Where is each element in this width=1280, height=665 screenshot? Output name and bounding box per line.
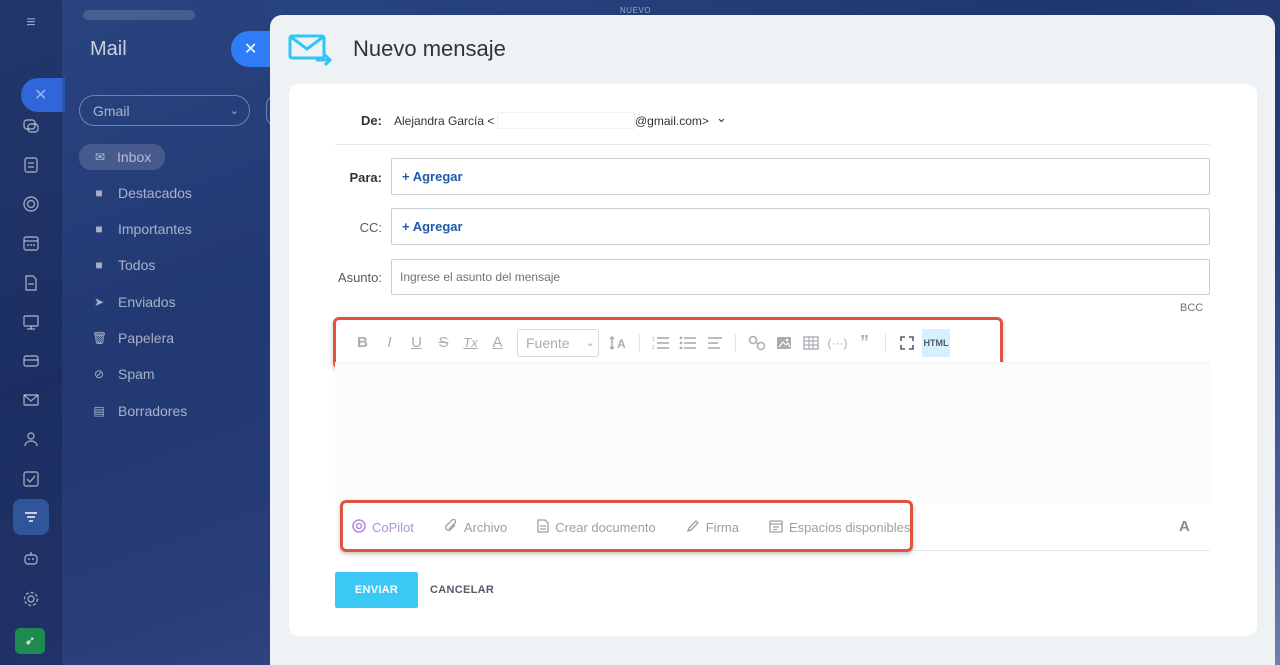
rocket-icon[interactable]: ➶ xyxy=(15,628,45,654)
close-rail-icon[interactable]: ✕ xyxy=(21,78,65,112)
chat-icon[interactable] xyxy=(18,113,44,139)
folder-todos[interactable]: ■ Todos xyxy=(92,253,155,277)
to-add-button[interactable]: + Agregar xyxy=(402,169,463,184)
tasks-icon[interactable] xyxy=(18,466,44,492)
folder-icon: ■ xyxy=(95,258,103,272)
top-label: NUEVO xyxy=(620,6,651,15)
folder-label: Inbox xyxy=(117,149,152,165)
mail-rail-icon[interactable] xyxy=(18,387,44,413)
cc-label: CC: xyxy=(359,220,382,235)
document-rail-icon[interactable] xyxy=(18,270,44,296)
sent-icon: ➤ xyxy=(93,295,105,309)
send-button[interactable]: ENVIAR xyxy=(335,572,418,608)
to-field[interactable]: + Agregar xyxy=(391,158,1210,195)
close-slider-button[interactable]: ✕ xyxy=(231,31,271,67)
target-icon[interactable] xyxy=(18,191,44,217)
folder-inbox[interactable]: ✉ Inbox xyxy=(79,144,166,170)
new-message-icon xyxy=(288,33,334,67)
folder-label: Destacados xyxy=(118,185,192,201)
subject-label: Asunto: xyxy=(337,270,382,285)
settings-icon[interactable] xyxy=(18,586,44,612)
cc-add-button[interactable]: + Agregar xyxy=(402,219,463,234)
chevron-down-icon: ⌄ xyxy=(229,105,239,117)
message-editor[interactable] xyxy=(335,362,1210,503)
card-icon[interactable] xyxy=(18,348,44,374)
folder-label: Importantes xyxy=(118,221,192,237)
folder-importantes[interactable]: ■ Importantes xyxy=(92,217,192,241)
robot-icon[interactable] xyxy=(18,545,44,571)
folder-label: Borradores xyxy=(118,403,188,419)
text-format-toggle[interactable]: A xyxy=(1179,518,1190,535)
cc-field[interactable]: + Agregar xyxy=(391,208,1210,245)
from-chevron-down-icon[interactable]: ⌄ xyxy=(716,110,727,126)
folder-label: Papelera xyxy=(118,330,175,346)
folder-borradores[interactable]: ▤ Borradores xyxy=(92,399,187,423)
feed-icon[interactable] xyxy=(18,152,44,178)
close-icon: ✕ xyxy=(244,41,258,58)
from-email-redacted xyxy=(497,112,635,129)
page-title: Nuevo mensaje xyxy=(353,36,506,61)
inbox-icon: ✉ xyxy=(94,150,106,164)
calendar-icon[interactable] xyxy=(18,230,44,256)
account-select-value: Gmail xyxy=(93,103,130,119)
folder-icon: ■ xyxy=(95,186,103,200)
subject-input[interactable] xyxy=(392,260,1209,294)
contacts-icon[interactable] xyxy=(18,426,44,452)
account-select[interactable]: Gmail ⌄ xyxy=(79,95,250,126)
from-name: Alejandra García < xyxy=(394,114,495,128)
folder-label: Enviados xyxy=(118,294,176,310)
menu-icon[interactable]: ≡ xyxy=(18,10,44,36)
board-icon[interactable] xyxy=(18,309,44,335)
cancel-button[interactable]: CANCELAR xyxy=(430,584,494,596)
tab-hint xyxy=(83,10,195,20)
bcc-link[interactable]: BCC xyxy=(1180,302,1203,314)
folder-spam[interactable]: ⊘ Spam xyxy=(92,362,155,386)
spam-icon: ⊘ xyxy=(93,367,105,381)
from-domain: @gmail.com> xyxy=(635,114,709,128)
filter-icon[interactable] xyxy=(13,499,49,535)
to-label: Para: xyxy=(349,170,382,185)
trash-icon: 🗑 xyxy=(92,331,108,345)
actions-highlight-box xyxy=(340,500,913,552)
mail-title: Mail xyxy=(90,38,127,60)
folder-destacados[interactable]: ■ Destacados xyxy=(92,181,192,205)
folder-label: Spam xyxy=(118,366,155,382)
divider xyxy=(335,144,1210,145)
folder-papelera[interactable]: 🗑 Papelera xyxy=(92,326,174,350)
subject-field[interactable] xyxy=(391,259,1210,295)
folder-enviados[interactable]: ➤ Enviados xyxy=(92,290,176,314)
app-rail: ≡ ✕ ➶ xyxy=(0,0,65,665)
folder-icon: ■ xyxy=(95,222,103,236)
draft-icon: ▤ xyxy=(93,404,105,418)
folder-label: Todos xyxy=(118,257,156,273)
from-label: De: xyxy=(361,113,382,128)
